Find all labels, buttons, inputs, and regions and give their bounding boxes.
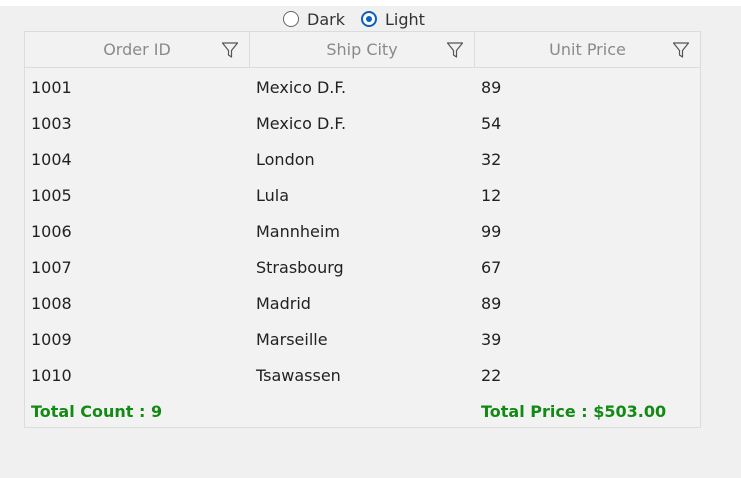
app-window: Dark Light Order ID Ship City Unit Price	[0, 0, 741, 478]
cell-order-id: 1010	[31, 365, 72, 385]
cell-order-id: 1008	[31, 293, 72, 313]
cell-order-id: 1005	[31, 185, 72, 205]
cell-ship-city: Mexico D.F.	[256, 77, 347, 97]
column-header-label: Order ID	[103, 40, 171, 59]
cell-unit-price: 22	[481, 365, 502, 385]
cell-unit-price: 89	[481, 77, 502, 97]
cell-unit-price: 32	[481, 149, 502, 169]
table-row[interactable]: 1003 Mexico D.F. 54	[25, 105, 700, 141]
column-header-label: Ship City	[326, 40, 398, 59]
cell-ship-city: Lula	[256, 185, 290, 205]
grid-header: Order ID Ship City Unit Price	[25, 32, 700, 68]
table-row[interactable]: 1006 Mannheim 99	[25, 213, 700, 249]
cell-order-id: 1007	[31, 257, 72, 277]
table-row[interactable]: 1009 Marseille 39	[25, 321, 700, 357]
cell-order-id: 1001	[31, 77, 72, 97]
cell-ship-city: Mexico D.F.	[256, 113, 347, 133]
cell-order-id: 1003	[31, 113, 72, 133]
filter-icon[interactable]	[221, 41, 239, 59]
theme-label-dark: Dark	[307, 9, 345, 29]
cell-ship-city: Strasbourg	[256, 257, 344, 277]
grid-body: 1001 Mexico D.F. 89 1003 Mexico D.F. 54 …	[25, 68, 700, 393]
column-header-label: Unit Price	[549, 40, 626, 59]
theme-radio-light[interactable]: Light	[360, 9, 425, 29]
radio-button-light[interactable]	[360, 11, 377, 27]
theme-radio-dark[interactable]: Dark	[283, 10, 345, 29]
data-grid: Order ID Ship City Unit Price 1001 Mexic…	[24, 31, 701, 428]
theme-selector: Dark Light	[283, 7, 441, 31]
table-row[interactable]: 1008 Madrid 89	[25, 285, 700, 321]
filter-icon[interactable]	[672, 41, 690, 59]
cell-unit-price: 99	[481, 221, 502, 241]
table-row[interactable]: 1001 Mexico D.F. 89	[25, 69, 700, 105]
table-row[interactable]: 1010 Tsawassen 22	[25, 357, 700, 393]
cell-unit-price: 54	[481, 113, 502, 133]
cell-ship-city: Madrid	[256, 293, 311, 313]
table-row[interactable]: 1005 Lula 12	[25, 177, 700, 213]
grid-summary-row: Total Count : 9 Total Price : $503.00	[25, 393, 700, 429]
cell-unit-price: 12	[481, 185, 502, 205]
cell-order-id: 1009	[31, 329, 72, 349]
column-header-unit-price[interactable]: Unit Price	[475, 32, 700, 67]
cell-ship-city: Marseille	[256, 329, 328, 349]
radio-button-dark[interactable]	[283, 11, 299, 27]
theme-label-light: Light	[384, 9, 425, 29]
total-count-summary: Total Count : 9	[31, 401, 163, 421]
total-price-summary: Total Price : $503.00	[481, 401, 667, 421]
cell-unit-price: 39	[481, 329, 502, 349]
cell-unit-price: 89	[481, 293, 502, 313]
cell-ship-city: London	[256, 149, 315, 169]
cell-order-id: 1004	[31, 149, 72, 169]
cell-ship-city: Mannheim	[256, 221, 340, 241]
top-strip	[0, 0, 741, 6]
table-row[interactable]: 1007 Strasbourg 67	[25, 249, 700, 285]
cell-unit-price: 67	[481, 257, 502, 277]
cell-order-id: 1006	[31, 221, 72, 241]
cell-ship-city: Tsawassen	[256, 365, 341, 385]
table-row[interactable]: 1004 London 32	[25, 141, 700, 177]
filter-icon[interactable]	[446, 41, 464, 59]
column-header-ship-city[interactable]: Ship City	[250, 32, 475, 67]
column-header-order-id[interactable]: Order ID	[25, 32, 250, 67]
